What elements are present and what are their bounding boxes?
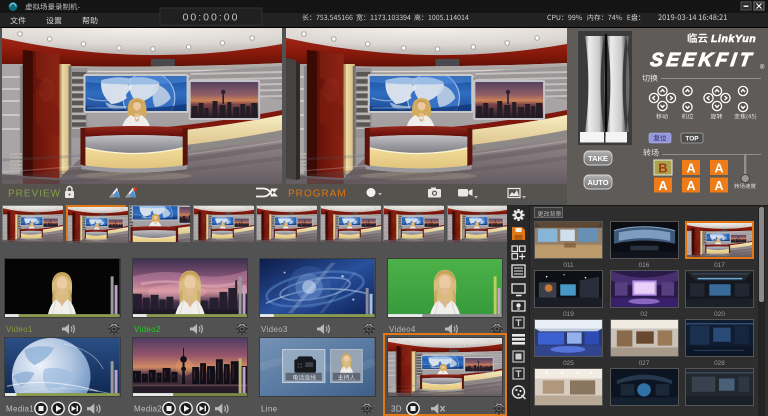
svg-text:A: A <box>686 162 695 176</box>
svg-text:®: ® <box>760 64 765 71</box>
svg-text:Line: Line <box>261 405 278 414</box>
svg-text:A: A <box>714 179 723 193</box>
svg-text:TOP: TOP <box>685 136 699 143</box>
svg-text:Media2: Media2 <box>134 405 162 414</box>
svg-text:00:00:00: 00:00:00 <box>183 12 240 24</box>
svg-text:PROGRAM: PROGRAM <box>288 189 347 200</box>
svg-text:B: B <box>658 161 667 176</box>
svg-text:A: A <box>686 179 695 193</box>
svg-text:Media1: Media1 <box>6 405 34 414</box>
svg-text:A: A <box>658 179 667 193</box>
svg-text:3D: 3D <box>391 405 402 414</box>
svg-text:Video1: Video1 <box>6 325 33 334</box>
svg-text:Video3: Video3 <box>261 325 288 334</box>
svg-text:LinkYun: LinkYun <box>711 33 756 45</box>
svg-text:SEEKFIT: SEEKFIT <box>649 50 756 71</box>
svg-text:Video2: Video2 <box>134 325 161 334</box>
svg-text:PREVIEW: PREVIEW <box>8 189 61 200</box>
svg-text:A: A <box>714 162 723 176</box>
